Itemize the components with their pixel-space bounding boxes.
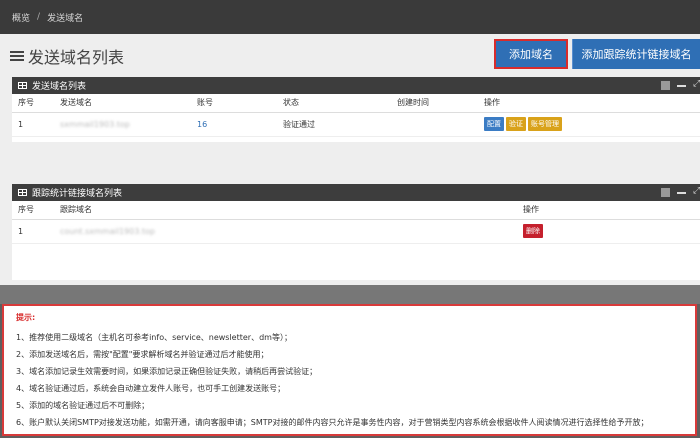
table-icon [18, 82, 27, 89]
configure-button[interactable]: 配置 [484, 117, 504, 131]
track-domain-table: 序号 跟踪域名 操作 1 count.sxmmail1903.top 删除 [12, 201, 700, 244]
account-manage-button[interactable]: 账号管理 [528, 117, 562, 131]
col-status: 状态 [277, 94, 391, 113]
row-domain: sxmmail1903.top [54, 112, 191, 137]
row-index: 1 [12, 219, 54, 244]
delete-button[interactable]: 删除 [523, 224, 543, 238]
sender-domain-table: 序号 发送域名 账号 状态 创建时间 操作 1 sxmmail1903.top … [12, 94, 700, 137]
tip-item: 4、域名验证通过后，系统会自动建立发件人账号，也可手工创建发送账号； [16, 384, 286, 393]
minimize-icon[interactable] [677, 192, 686, 194]
tips-box: 提示: 1、推荐使用二级域名（主机名可参考info、service、newsle… [2, 304, 697, 436]
page-title: 发送域名列表 [28, 48, 125, 67]
track-domain-panel: 跟踪统计链接域名列表 ⤢ 序号 跟踪域名 操作 1 count.sxmmail1… [12, 184, 700, 280]
list-icon [10, 50, 24, 62]
main-content: 发送域名列表 添加域名 添加跟踪统计链接域名 发送域名列表 ⤢ 序号 发送域名 … [0, 34, 700, 285]
col-created: 创建时间 [391, 94, 478, 113]
settings-icon[interactable] [661, 81, 670, 90]
panel-header: 发送域名列表 ⤢ [12, 77, 700, 94]
table-header-row: 序号 发送域名 账号 状态 创建时间 操作 [12, 94, 700, 113]
tip-item: 1、推荐使用二级域名（主机名可参考info、service、newsletter… [16, 333, 292, 342]
add-track-domain-button[interactable]: 添加跟踪统计链接域名 [572, 39, 700, 69]
col-index: 序号 [12, 201, 54, 220]
table-icon [18, 189, 27, 196]
tips-title: 提示: [16, 313, 36, 322]
tip-item: 5、添加的域名验证通过后不可删除； [16, 401, 150, 410]
col-actions: 操作 [517, 201, 700, 220]
settings-icon[interactable] [661, 188, 670, 197]
col-account: 账号 [191, 94, 277, 113]
col-domain: 发送域名 [54, 94, 191, 113]
row-domain: count.sxmmail1903.top [54, 219, 517, 244]
add-domain-button[interactable]: 添加域名 [494, 39, 568, 69]
table-header-row: 序号 跟踪域名 操作 [12, 201, 700, 220]
breadcrumb-current: 发送域名 [47, 13, 84, 24]
row-actions: 删除 [517, 219, 700, 244]
panel-title: 跟踪统计链接域名列表 [32, 189, 123, 199]
page-header: 发送域名列表 [10, 44, 124, 68]
expand-icon[interactable]: ⤢ [693, 186, 700, 196]
col-track-domain: 跟踪域名 [54, 201, 517, 220]
expand-icon[interactable]: ⤢ [693, 79, 700, 89]
col-index: 序号 [12, 94, 54, 113]
breadcrumb-home[interactable]: 概览 [12, 11, 30, 24]
tip-item: 2、添加发送域名后，需按"配置"要求解析域名并验证通过后才能使用； [16, 350, 269, 359]
panel-header: 跟踪统计链接域名列表 ⤢ [12, 184, 700, 201]
tip-item: 3、域名添加记录生效需要时间，如果添加记录正确但验证失败，请稍后再尝试验证； [16, 367, 318, 376]
table-row: 1 sxmmail1903.top 16 验证通过 配置 验证 账号管理 [12, 112, 700, 137]
minimize-icon[interactable] [677, 85, 686, 87]
sender-domain-panel: 发送域名列表 ⤢ 序号 发送域名 账号 状态 创建时间 操作 1 sxmmail… [12, 77, 700, 142]
tip-item: 6、账户默认关闭SMTP对接发送功能，如需开通，请向客服申请；SMTP对接的邮件… [16, 418, 649, 427]
breadcrumb-separator: / [37, 12, 41, 22]
breadcrumb: 概览 / 发送域名 [0, 0, 700, 34]
row-created [391, 112, 478, 137]
divider [0, 285, 700, 304]
panel-title: 发送域名列表 [32, 82, 87, 92]
row-index: 1 [12, 112, 54, 137]
col-actions: 操作 [478, 94, 700, 113]
verify-button[interactable]: 验证 [506, 117, 526, 131]
row-actions: 配置 验证 账号管理 [478, 112, 700, 137]
table-row: 1 count.sxmmail1903.top 删除 [12, 219, 700, 244]
row-status: 验证通过 [277, 112, 391, 137]
row-account[interactable]: 16 [191, 112, 277, 137]
